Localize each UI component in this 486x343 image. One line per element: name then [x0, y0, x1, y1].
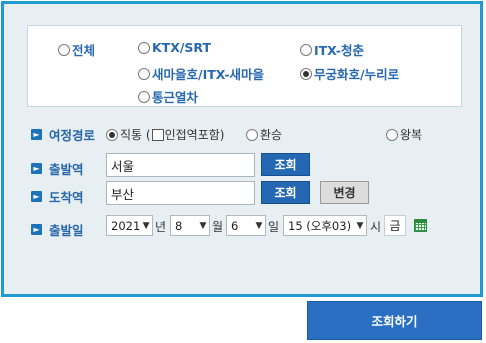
- chevron-down-icon: ▼: [356, 220, 364, 231]
- year-unit: 년: [155, 220, 167, 234]
- arrow-right-icon: ►: [31, 224, 42, 235]
- departure-label: ► 출발역: [31, 159, 84, 178]
- radio-checked-icon[interactable]: [106, 128, 118, 141]
- train-type-box: 전체 KTX/SRT ITX-청춘 새마을호/ITX-새마을 무궁화호/누리로 …: [27, 25, 462, 107]
- search-panel: 전체 KTX/SRT ITX-청춘 새마을호/ITX-새마을 무궁화호/누리로 …: [1, 1, 483, 297]
- adjacent-station-checkbox[interactable]: [151, 128, 164, 141]
- route-round-trip-label: 왕복: [400, 128, 423, 142]
- hour-select[interactable]: 15 (오후03) ▼: [283, 215, 367, 236]
- adjacent-station-label: 인접역포함): [164, 128, 225, 142]
- radio-icon[interactable]: [138, 67, 150, 80]
- train-type-all[interactable]: 전체: [58, 40, 95, 59]
- date-label: ► 출발일: [31, 220, 84, 239]
- month-unit: 월: [212, 220, 224, 234]
- arrow-right-icon: ►: [31, 163, 42, 174]
- radio-icon[interactable]: [246, 128, 258, 141]
- route-transfer-label: 환승: [260, 128, 283, 142]
- hour-unit: 시: [370, 220, 382, 234]
- day-select[interactable]: 6 ▼: [226, 215, 266, 236]
- hour-value: 15 (오후03): [288, 218, 352, 233]
- arrow-right-icon: ►: [31, 129, 42, 140]
- arrival-label-text: 도착역: [49, 190, 84, 205]
- train-type-saemaeul[interactable]: 새마을호/ITX-새마을: [138, 64, 264, 83]
- date-label-text: 출발일: [49, 223, 84, 238]
- day-value: 6: [231, 218, 239, 233]
- route-label-text: 여정경로: [49, 128, 96, 143]
- arrival-search-button[interactable]: 조회: [261, 181, 310, 204]
- arrow-right-icon: ►: [31, 191, 42, 202]
- departure-station-input[interactable]: [106, 153, 255, 177]
- train-type-itx-cheongchun[interactable]: ITX-청춘: [300, 40, 364, 59]
- weekday-display: 금: [384, 215, 406, 236]
- departure-search-button[interactable]: 조회: [261, 153, 310, 176]
- train-type-label: 무궁화호/누리로: [314, 67, 400, 82]
- departure-label-text: 출발역: [49, 162, 84, 177]
- radio-icon[interactable]: [386, 128, 398, 141]
- month-select[interactable]: 8 ▼: [170, 215, 210, 236]
- train-type-label: 전체: [72, 43, 96, 58]
- radio-checked-icon[interactable]: [300, 67, 312, 80]
- train-type-commuter[interactable]: 통근열차: [138, 87, 198, 106]
- radio-icon[interactable]: [138, 90, 150, 103]
- year-select[interactable]: 2021 ▼: [106, 215, 153, 236]
- train-type-mugunghwa[interactable]: 무궁화호/누리로: [300, 64, 399, 83]
- chevron-down-icon: ▼: [255, 220, 263, 231]
- train-type-ktx-srt[interactable]: KTX/SRT: [138, 40, 211, 55]
- route-direct-option[interactable]: 직통 ( 인접역포함): [106, 126, 224, 143]
- calendar-icon[interactable]: [414, 219, 427, 232]
- swap-stations-button[interactable]: 변경: [320, 181, 369, 204]
- route-round-trip-option[interactable]: 왕복: [386, 126, 422, 143]
- day-unit: 일: [268, 220, 280, 234]
- train-type-label: 통근열차: [152, 90, 199, 105]
- radio-icon[interactable]: [300, 43, 312, 56]
- route-direct-label: 직통 (: [120, 128, 151, 142]
- train-type-label: KTX/SRT: [152, 40, 212, 55]
- route-transfer-option[interactable]: 환승: [246, 126, 282, 143]
- chevron-down-icon: ▼: [142, 220, 150, 231]
- train-type-label: ITX-청춘: [314, 43, 364, 58]
- route-label: ► 여정경로: [31, 125, 95, 144]
- arrival-station-input[interactable]: [106, 181, 255, 205]
- arrival-label: ► 도착역: [31, 187, 84, 206]
- radio-icon[interactable]: [58, 43, 70, 56]
- search-trains-button[interactable]: 조회하기: [307, 301, 482, 340]
- chevron-down-icon: ▼: [199, 220, 207, 231]
- year-value: 2021: [111, 218, 141, 233]
- train-type-label: 새마을호/ITX-새마을: [152, 67, 265, 82]
- month-value: 8: [175, 218, 183, 233]
- radio-icon[interactable]: [138, 41, 150, 54]
